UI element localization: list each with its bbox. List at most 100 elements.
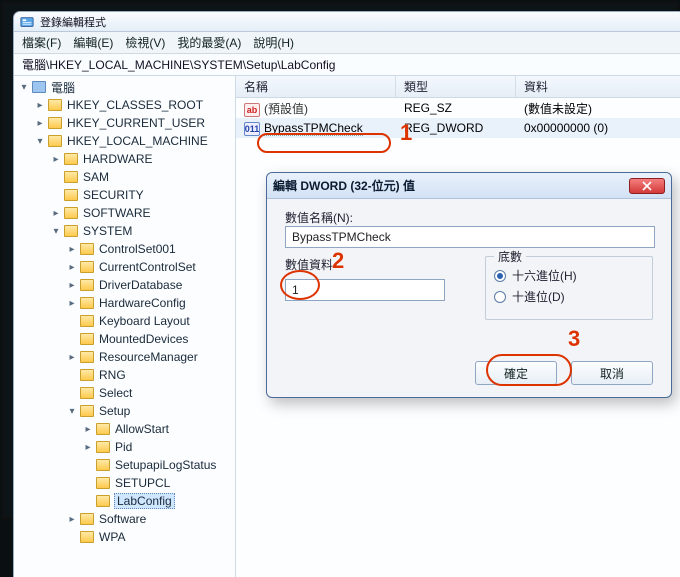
twisty-icon[interactable]: ▾	[18, 82, 30, 93]
radio-hex[interactable]: 十六進位(H)	[494, 267, 644, 284]
registry-tree[interactable]: ▾ 電腦 ▸ HKEY_CLASSES_ROOT ▸ HKEY_CURRENT_USE…	[14, 76, 236, 577]
twisty-icon[interactable]: ▸	[34, 100, 46, 111]
folder-icon	[80, 405, 94, 417]
folder-icon	[48, 117, 62, 129]
radio-dot-icon	[494, 291, 506, 303]
radio-hex-label: 十六進位(H)	[512, 267, 577, 284]
menu-favorites[interactable]: 我的最愛(A)	[177, 34, 241, 51]
tree-rm[interactable]: ResourceManager	[98, 350, 199, 364]
twisty-icon[interactable]: ▸	[66, 352, 78, 363]
folder-icon	[64, 153, 78, 165]
edit-dword-dialog: 編輯 DWORD (32-位元) 值 數值名稱(N): 數值資料	[266, 172, 672, 398]
folder-icon	[48, 135, 62, 147]
folder-icon	[96, 459, 110, 471]
folder-icon	[64, 225, 78, 237]
twisty-icon[interactable]: ▸	[66, 262, 78, 273]
col-data[interactable]: 資料	[516, 76, 680, 97]
tree-wpa[interactable]: WPA	[98, 530, 126, 544]
tree-soft2[interactable]: Software	[98, 512, 147, 526]
twisty-icon[interactable]: ▾	[34, 136, 46, 147]
tree-setup[interactable]: Setup	[98, 404, 131, 418]
twisty-icon[interactable]: ▸	[66, 514, 78, 525]
twisty-icon[interactable]: ▸	[34, 118, 46, 129]
tree-software[interactable]: SOFTWARE	[82, 206, 152, 220]
computer-icon	[32, 81, 46, 93]
folder-icon	[80, 333, 94, 345]
twisty-icon[interactable]: ▸	[82, 442, 94, 453]
app-icon	[20, 15, 34, 29]
cancel-button[interactable]: 取消	[571, 361, 653, 385]
close-button[interactable]	[629, 178, 665, 194]
tree-drvdb[interactable]: DriverDatabase	[98, 278, 183, 292]
twisty-icon[interactable]: ▾	[50, 226, 62, 237]
tree-hardware[interactable]: HARDWARE	[82, 152, 154, 166]
tree-sam[interactable]: SAM	[82, 170, 110, 184]
tree-select[interactable]: Select	[98, 386, 133, 400]
tree-hkcr[interactable]: HKEY_CLASSES_ROOT	[66, 98, 204, 112]
folder-icon	[80, 279, 94, 291]
row-name: (預設值)	[264, 102, 308, 116]
tree-hkcu[interactable]: HKEY_CURRENT_USER	[66, 116, 206, 130]
folder-icon	[64, 171, 78, 183]
twisty-icon[interactable]: ▸	[50, 208, 62, 219]
list-row-bypasstpm[interactable]: 011BypassTPMCheck REG_DWORD 0x00000000 (…	[236, 118, 680, 138]
folder-icon	[80, 261, 94, 273]
folder-icon	[64, 207, 78, 219]
folder-icon	[80, 351, 94, 363]
tree-pid[interactable]: Pid	[114, 440, 133, 454]
menu-file[interactable]: 檔案(F)	[22, 34, 61, 51]
row-data: 0x00000000 (0)	[516, 121, 680, 135]
row-type: REG_SZ	[396, 101, 516, 115]
row-data: (數值未設定)	[516, 100, 680, 117]
address-bar[interactable]: 電腦\HKEY_LOCAL_MACHINE\SYSTEM\Setup\LabCo…	[14, 54, 680, 76]
menu-help[interactable]: 說明(H)	[253, 34, 294, 51]
folder-icon	[80, 531, 94, 543]
address-text: 電腦\HKEY_LOCAL_MACHINE\SYSTEM\Setup\LabCo…	[22, 56, 335, 73]
list-row-default[interactable]: ab (預設值) REG_SZ (數值未設定)	[236, 98, 680, 118]
radio-dec[interactable]: 十進位(D)	[494, 288, 644, 305]
value-data-input[interactable]	[285, 279, 445, 301]
folder-icon	[80, 369, 94, 381]
tree-rng[interactable]: RNG	[98, 368, 127, 382]
dword-icon: 011	[244, 122, 260, 136]
titlebar: 登錄編輯程式	[14, 12, 680, 32]
string-icon: ab	[244, 103, 260, 117]
tree-system[interactable]: SYSTEM	[82, 224, 133, 238]
tree-allow[interactable]: AllowStart	[114, 422, 170, 436]
folder-icon	[80, 513, 94, 525]
tree-root[interactable]: 電腦	[50, 79, 76, 96]
twisty-icon[interactable]: ▸	[66, 244, 78, 255]
tree-ccs[interactable]: CurrentControlSet	[98, 260, 197, 274]
tree-hklm[interactable]: HKEY_LOCAL_MACHINE	[66, 134, 209, 148]
value-data-label: 數值資料	[285, 258, 333, 272]
col-type[interactable]: 類型	[396, 76, 516, 97]
tree-kbl[interactable]: Keyboard Layout	[98, 314, 191, 328]
tree-cs001[interactable]: ControlSet001	[98, 242, 177, 256]
radio-dot-icon	[494, 270, 506, 282]
folder-icon	[96, 477, 110, 489]
menu-edit[interactable]: 編輯(E)	[73, 34, 113, 51]
twisty-icon[interactable]: ▸	[66, 280, 78, 291]
dialog-titlebar[interactable]: 編輯 DWORD (32-位元) 值	[267, 173, 671, 199]
tree-labconfig[interactable]: LabConfig	[114, 493, 175, 509]
value-name-input[interactable]	[285, 226, 655, 248]
tree-md[interactable]: MountedDevices	[98, 332, 189, 346]
folder-icon	[64, 189, 78, 201]
twisty-icon[interactable]: ▸	[50, 154, 62, 165]
radio-dec-label: 十進位(D)	[512, 288, 565, 305]
tree-hwcfg[interactable]: HardwareConfig	[98, 296, 187, 310]
tree-setupcl[interactable]: SETUPCL	[114, 476, 171, 490]
folder-icon	[96, 423, 110, 435]
regedit-window: 登錄編輯程式 檔案(F) 編輯(E) 檢視(V) 我的最愛(A) 說明(H) 電…	[14, 12, 680, 577]
col-name[interactable]: 名稱	[236, 76, 396, 97]
value-name-label: 數值名稱(N):	[285, 209, 653, 226]
ok-button[interactable]: 確定	[475, 361, 557, 385]
menu-view[interactable]: 檢視(V)	[125, 34, 165, 51]
tree-sapi[interactable]: SetupapiLogStatus	[114, 458, 217, 472]
twisty-icon[interactable]: ▾	[66, 406, 78, 417]
row-type: REG_DWORD	[396, 121, 516, 135]
twisty-icon[interactable]: ▸	[82, 424, 94, 435]
window-title: 登錄編輯程式	[40, 14, 106, 30]
tree-security[interactable]: SECURITY	[82, 188, 145, 202]
twisty-icon[interactable]: ▸	[66, 298, 78, 309]
